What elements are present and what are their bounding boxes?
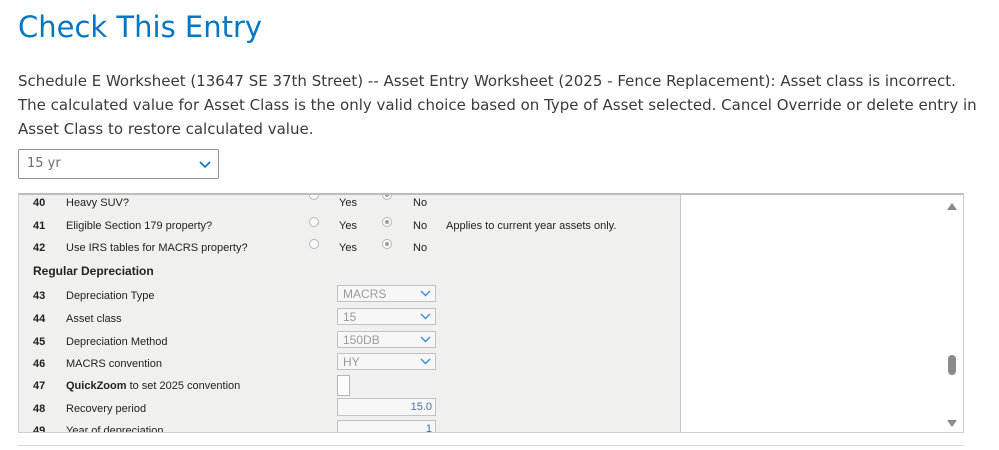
scroll-up-arrow-icon[interactable]: [946, 202, 958, 211]
form-viewer: 40 Heavy SUV? Yes No 41 Eligible Section…: [18, 193, 964, 433]
quickzoom-bold: QuickZoom: [66, 380, 127, 392]
quickzoom-label: QuickZoom to set 2025 convention: [66, 380, 240, 392]
line-number: 41: [33, 220, 46, 232]
field-label: Depreciation Method: [66, 336, 168, 348]
row-heavy-suv: 40 Heavy SUV? Yes No: [19, 195, 680, 216]
yes-radio[interactable]: [309, 239, 319, 249]
asset-class-select[interactable]: 15: [337, 308, 436, 325]
field-label: Heavy SUV?: [66, 197, 129, 209]
quickzoom-button[interactable]: [337, 375, 350, 396]
field-label: Recovery period: [66, 403, 147, 415]
chevron-down-icon: [420, 336, 431, 343]
no-label: No: [413, 220, 428, 232]
yes-label: Yes: [339, 197, 357, 209]
yes-radio[interactable]: [309, 217, 319, 227]
depreciation-method-select[interactable]: 150DB: [337, 331, 436, 348]
recovery-period-field[interactable]: 15.0: [337, 398, 436, 416]
chevron-down-icon: [420, 290, 431, 297]
quickzoom-text: to set 2025 convention: [126, 380, 241, 392]
dialog-title: Check This Entry: [18, 10, 263, 44]
select-value: 150DB: [343, 333, 380, 347]
no-label: No: [413, 197, 428, 209]
scrollbar-thumb[interactable]: [948, 355, 956, 375]
select-value: HY: [343, 355, 360, 369]
line-number: 48: [33, 403, 46, 415]
row-irs-tables: 42 Use IRS tables for MACRS property? Ye…: [19, 239, 680, 261]
yes-label: Yes: [339, 220, 357, 232]
row-quickzoom: 47 QuickZoom to set 2025 convention: [19, 373, 680, 396]
row-year-of-depreciation: 49 Year of depreciation 1: [19, 418, 680, 433]
line-number: 43: [33, 290, 46, 302]
no-radio[interactable]: [382, 217, 392, 227]
field-label: MACRS convention: [66, 358, 162, 370]
error-message: Schedule E Worksheet (13647 SE 37th Stre…: [18, 72, 977, 138]
scroll-down-arrow-icon[interactable]: [946, 419, 958, 428]
line-number: 47: [33, 380, 46, 392]
macrs-convention-select[interactable]: HY: [337, 353, 436, 370]
no-radio[interactable]: [382, 239, 392, 249]
no-label: No: [413, 242, 428, 254]
depreciation-type-select[interactable]: MACRS: [337, 285, 436, 302]
row-asset-class: 44 Asset class 15: [19, 308, 680, 330]
line-number: 46: [33, 358, 46, 370]
asset-class-dropdown[interactable]: 15 yr: [18, 149, 219, 179]
yes-radio[interactable]: [309, 195, 319, 200]
year-of-depreciation-field[interactable]: 1: [337, 420, 436, 432]
line-number: 40: [33, 197, 46, 209]
field-note: Applies to current year assets only.: [446, 220, 617, 232]
select-value: 15: [343, 310, 357, 324]
line-number: 42: [33, 242, 46, 254]
row-depreciation-type: 43 Depreciation Type MACRS: [19, 285, 680, 307]
row-recovery-period: 48 Recovery period 15.0: [19, 396, 680, 418]
line-number: 45: [33, 336, 46, 348]
chevron-down-icon: [420, 358, 431, 365]
select-value: MACRS: [343, 287, 387, 301]
row-depreciation-method: 45 Depreciation Method 150DB: [19, 331, 680, 353]
no-radio[interactable]: [382, 195, 392, 200]
chevron-down-icon: [420, 313, 431, 320]
row-section-179: 41 Eligible Section 179 property? Yes No…: [19, 217, 680, 239]
divider: [18, 445, 964, 446]
field-label: Eligible Section 179 property?: [66, 220, 213, 232]
field-label: Year of depreciation: [66, 425, 164, 433]
field-label: Use IRS tables for MACRS property?: [66, 242, 248, 254]
field-label: Asset class: [66, 313, 122, 325]
section-heading: Regular Depreciation: [33, 264, 154, 278]
field-label: Depreciation Type: [66, 290, 155, 302]
row-macrs-convention: 46 MACRS convention HY: [19, 353, 680, 375]
dropdown-selected-value: 15 yr: [27, 156, 61, 171]
line-number: 49: [33, 425, 46, 433]
yes-label: Yes: [339, 242, 357, 254]
chevron-down-icon: [199, 161, 211, 169]
asset-entry-worksheet: 40 Heavy SUV? Yes No 41 Eligible Section…: [19, 195, 681, 433]
line-number: 44: [33, 313, 46, 325]
